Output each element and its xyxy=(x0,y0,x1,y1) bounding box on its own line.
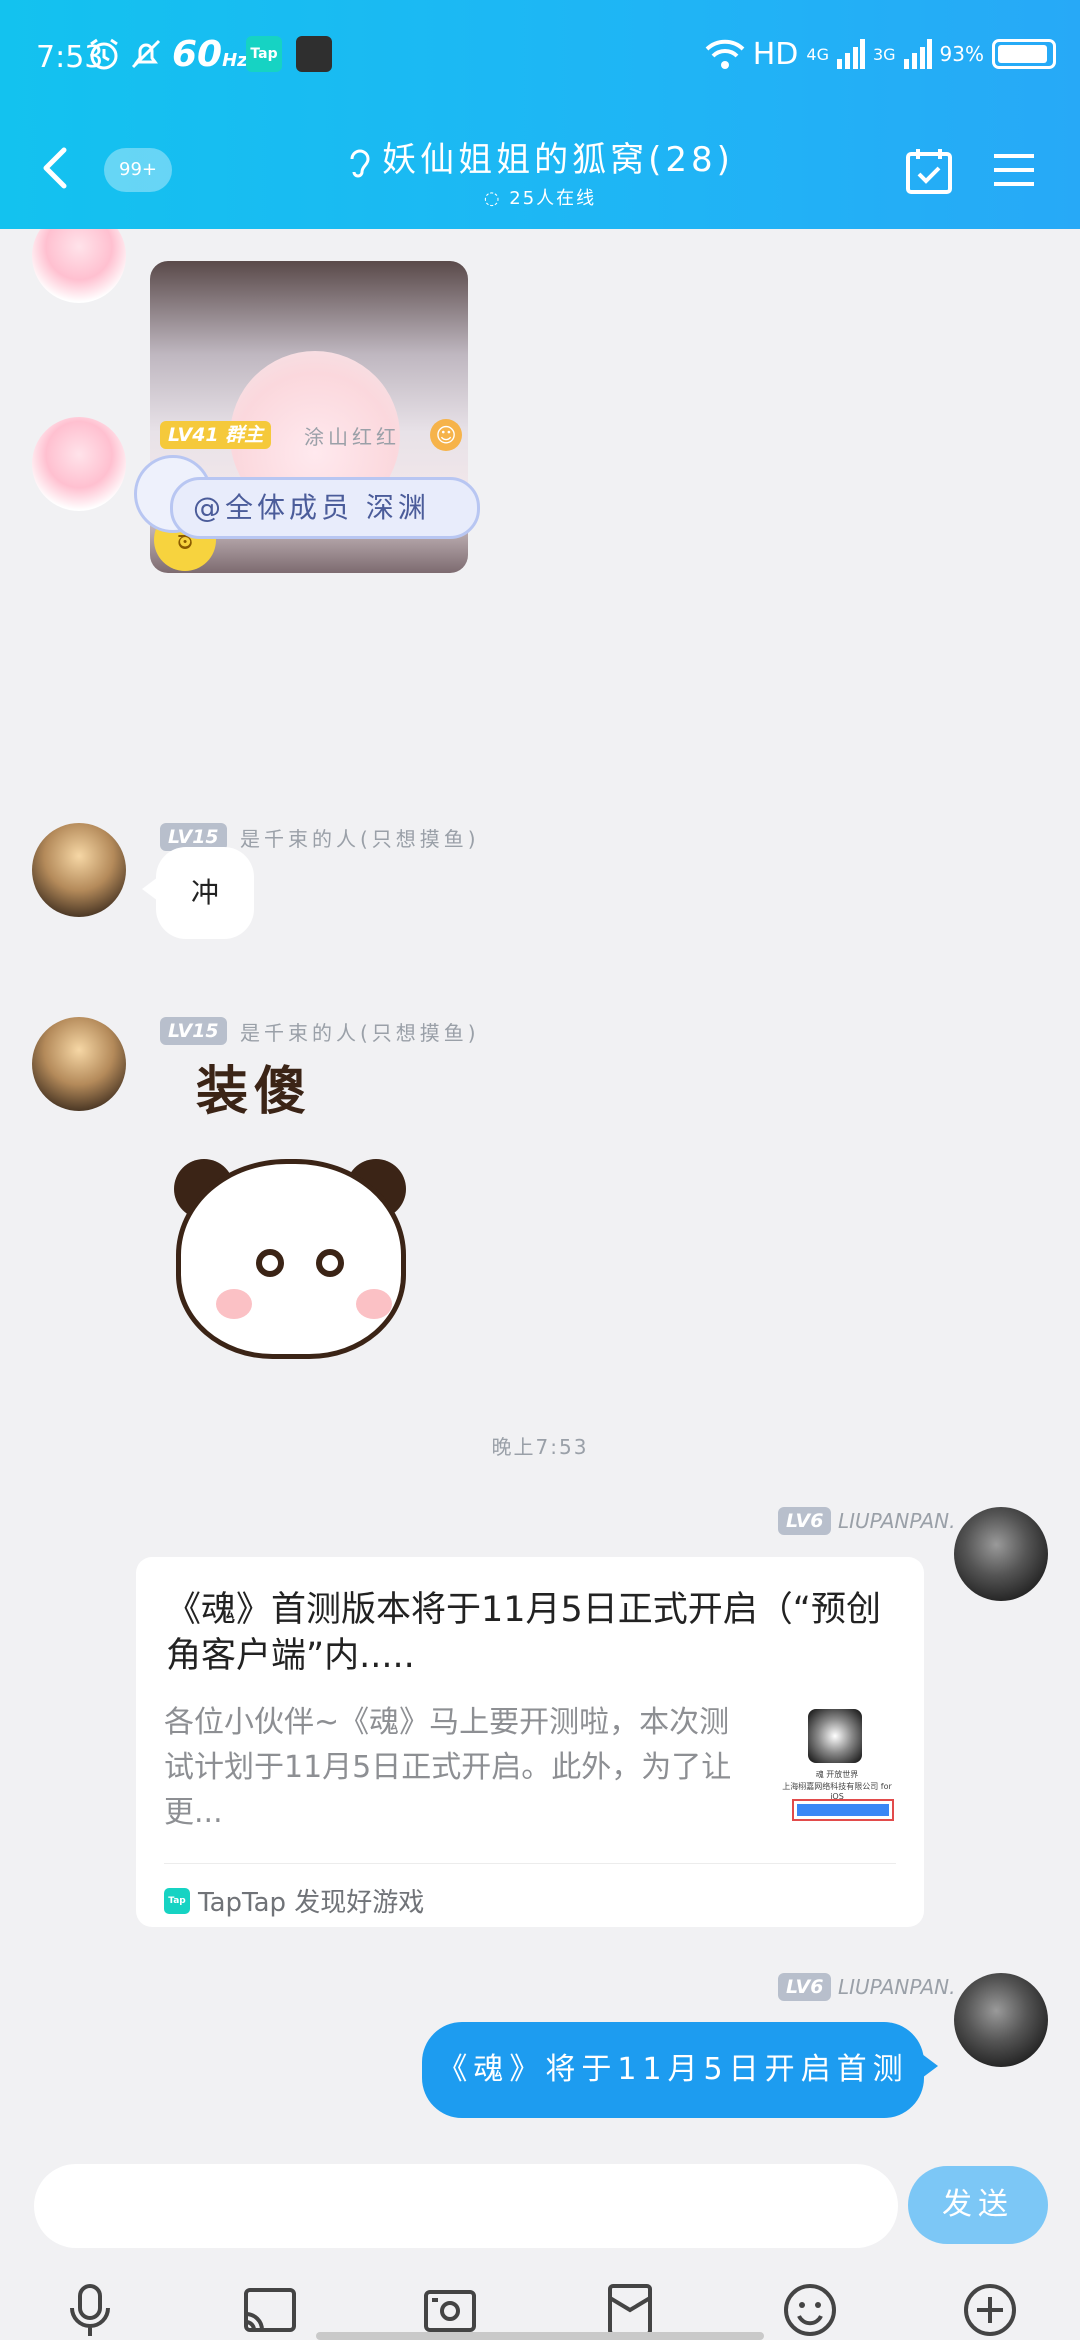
calendar-check-icon[interactable] xyxy=(904,146,954,196)
level-badge: LV6 xyxy=(778,1973,832,2001)
thumb-button xyxy=(792,1799,894,1821)
sticker-caption: 装傻 xyxy=(196,1062,313,1122)
avatar[interactable] xyxy=(32,823,126,917)
at-message-bubble[interactable]: @全体成员 深渊 xyxy=(134,455,490,559)
alarm-icon xyxy=(90,38,118,70)
ear-icon xyxy=(350,149,370,177)
avatar[interactable] xyxy=(954,1973,1048,2067)
home-indicator[interactable] xyxy=(316,2332,764,2340)
message-bubble[interactable]: 冲 xyxy=(142,847,254,939)
taptap-notification-icon: Tap xyxy=(246,36,282,72)
sender-name[interactable]: 是千束的人(只想摸鱼) xyxy=(240,823,480,852)
send-button[interactable]: 发送 xyxy=(908,2166,1048,2244)
panda-sticker[interactable]: 装傻 xyxy=(156,1049,436,1379)
avatar[interactable] xyxy=(954,1507,1048,1601)
sender-name[interactable]: 涂山红红 xyxy=(304,421,400,450)
battery-icon xyxy=(992,39,1056,69)
message-text: @全体成员 深渊 xyxy=(170,477,480,539)
emoji-icon[interactable] xyxy=(780,2280,840,2340)
nav-bar: 99+ 妖仙姐姐的狐窝(28) ◌ 25人在线 xyxy=(0,110,1080,229)
menu-icon[interactable] xyxy=(990,150,1038,190)
thumb-line: 上海栩嘉网络科技有限公司 for iOS xyxy=(782,1782,892,1801)
avatar[interactable] xyxy=(32,1017,126,1111)
chat-header: 7:53 60Hz Tap HD 4G 3G 93% 99+ 妖仙姐姐的狐窝(2… xyxy=(0,0,1080,229)
share-card[interactable]: 《魂》首测版本将于11月5日正式开启（“预创角客户端”内..... 各位小伙伴~… xyxy=(136,1557,924,1927)
taptap-icon: Tap xyxy=(164,1887,190,1914)
sender-name[interactable]: LIUPANPAN. xyxy=(838,1509,955,1533)
game-logo xyxy=(808,1709,862,1763)
level-badge: LV15 xyxy=(160,1017,227,1045)
message-list[interactable]: ಠ LV41 群主 涂山红红 ☺ @全体成员 深渊 LV15 是千束的人(只想摸… xyxy=(0,229,1080,2144)
red-packet-icon[interactable] xyxy=(600,2280,660,2340)
do-not-disturb-icon xyxy=(131,39,161,69)
input-bar: 发送 xyxy=(0,2144,1080,2340)
panda-eye xyxy=(316,1249,344,1277)
level-badge: LV41 群主 xyxy=(160,421,272,449)
panda-cheek xyxy=(356,1289,392,1319)
card-divider xyxy=(164,1863,896,1864)
card-source: Tap TapTap 发现好游戏 xyxy=(164,1882,424,1919)
sender-name[interactable]: 是千束的人(只想摸鱼) xyxy=(240,1017,480,1046)
card-title: 《魂》首测版本将于11月5日正式开启（“预创角客户端”内..... xyxy=(166,1590,881,1676)
message-timestamp: 晚上7:53 xyxy=(491,1435,589,1459)
signal-2-icon xyxy=(903,39,932,69)
card-thumbnail: 魂 开放世界 上海栩嘉网络科技有限公司 for iOS xyxy=(778,1707,896,1825)
refresh-rate: 60Hz xyxy=(172,34,248,75)
microphone-icon[interactable] xyxy=(60,2280,120,2340)
panda-eye xyxy=(256,1249,284,1277)
level-badge: LV6 xyxy=(778,1507,832,1535)
network-label: HD xyxy=(752,36,799,72)
source-label: TapTap 发现好游戏 xyxy=(198,1888,425,1918)
screen-share-icon[interactable] xyxy=(240,2280,300,2340)
sender-name[interactable]: LIUPANPAN. xyxy=(838,1975,955,1999)
plus-icon[interactable] xyxy=(960,2280,1020,2340)
card-description: 各位小伙伴~《魂》马上要开测啦，本次测试计划于11月5日正式开启。此外，为了让更… xyxy=(164,1705,732,1830)
photo-icon[interactable] xyxy=(420,2280,480,2340)
thumb-line: 魂 开放世界 xyxy=(815,1770,859,1779)
sim2-label: 3G xyxy=(872,44,896,64)
panda-cheek xyxy=(216,1289,252,1319)
panda-head xyxy=(176,1159,406,1359)
avatar[interactable] xyxy=(32,417,126,511)
status-bar: 7:53 60Hz Tap HD 4G 3G 93% xyxy=(0,0,1080,110)
smile-badge-icon: ☺ xyxy=(430,419,462,451)
sim1-label: 4G xyxy=(806,44,829,64)
message-notification-icon xyxy=(296,36,332,72)
avatar[interactable] xyxy=(32,229,126,303)
battery-percent: 93% xyxy=(939,42,984,66)
message-input[interactable] xyxy=(34,2164,898,2248)
message-bubble[interactable]: 《魂》将于11月5日开启首测 xyxy=(422,2022,938,2118)
signal-1-icon xyxy=(836,39,865,69)
check-circle-icon: ◌ xyxy=(483,188,510,209)
status-right: HD 4G 3G 93% xyxy=(705,34,1056,74)
wifi-icon xyxy=(705,39,745,69)
